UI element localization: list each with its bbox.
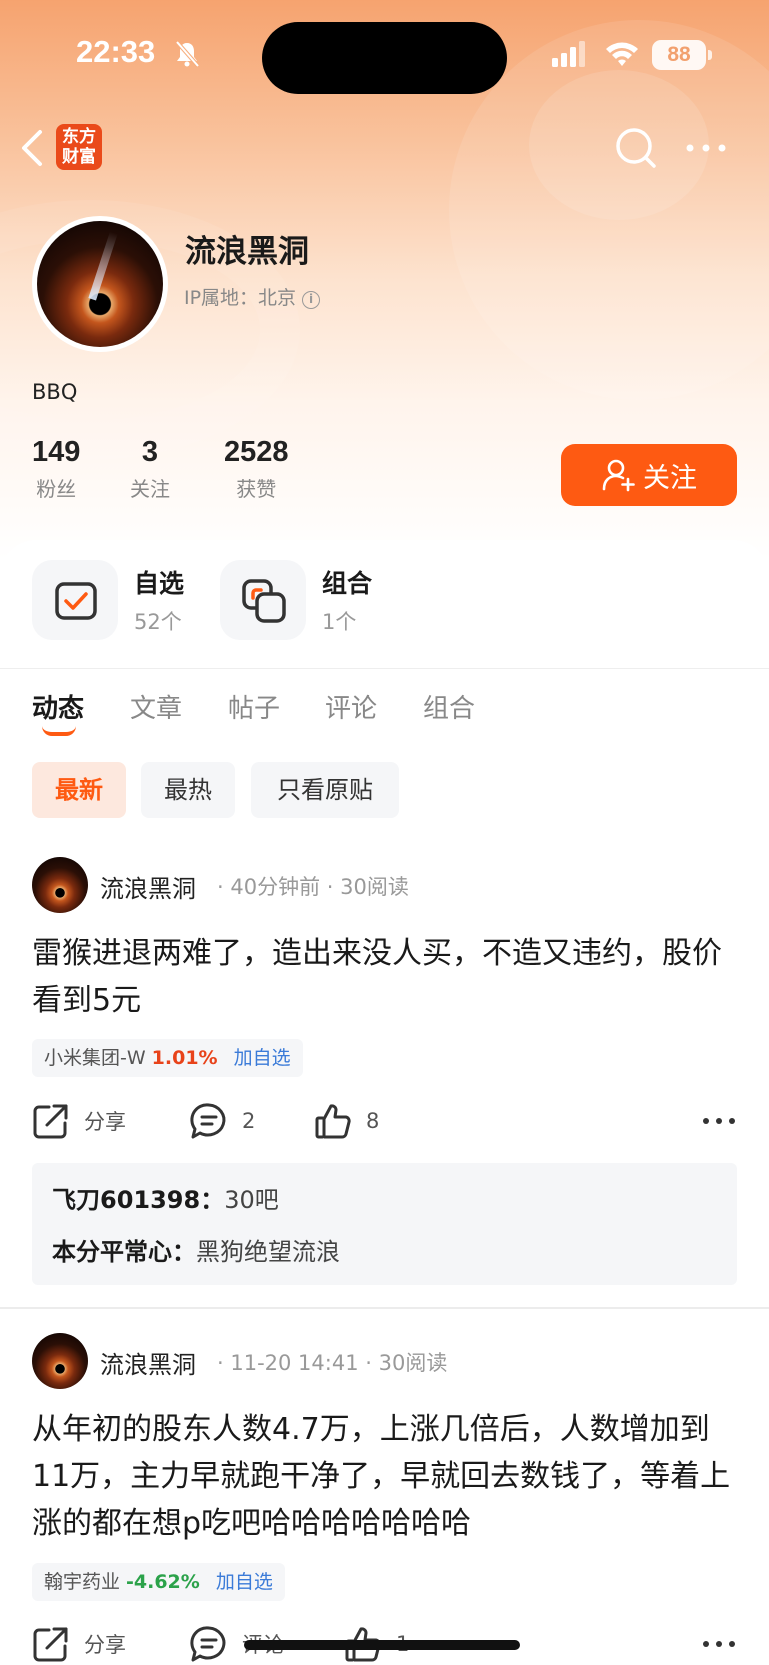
comment-preview[interactable]: 飞刀601398：30吧 本分平常心：黑狗绝望流浪: [32, 1163, 737, 1285]
add-watchlist-link[interactable]: 加自选: [234, 1047, 291, 1069]
filter-original-only[interactable]: 只看原贴: [251, 762, 399, 818]
like-button[interactable]: 8: [314, 1098, 379, 1144]
post-avatar[interactable]: [32, 1333, 88, 1389]
add-watchlist-link[interactable]: 加自选: [216, 1571, 273, 1593]
comment-icon: [190, 1103, 226, 1139]
post-header: 流浪黑洞 · 11-20 14:41 · 30阅读: [32, 1333, 732, 1391]
watchlist-entry[interactable]: 自选 52个: [32, 560, 202, 640]
cellular-signal-icon: [552, 41, 585, 67]
tab-comments[interactable]: 评论: [325, 688, 377, 725]
add-user-icon: [602, 459, 635, 492]
follow-button[interactable]: 关注: [561, 444, 737, 506]
divider: [0, 668, 769, 669]
active-tab-indicator: [42, 726, 76, 736]
app-logo: 东方 财富: [56, 124, 102, 170]
profile-avatar[interactable]: [32, 216, 168, 352]
post-text[interactable]: 雷猴进退两难了，造出来没人买，不造又违约，股价看到5元: [32, 930, 732, 1024]
share-icon: [33, 1627, 68, 1662]
tab-posts[interactable]: 帖子: [228, 688, 280, 725]
post-actions: 分享 2 8: [32, 1098, 742, 1144]
comment-button[interactable]: 2: [190, 1098, 255, 1144]
comment-item: 飞刀601398：30吧: [52, 1186, 279, 1214]
back-arrow-icon[interactable]: [18, 128, 48, 168]
filter-latest[interactable]: 最新: [32, 762, 126, 818]
stat-following[interactable]: 3 关注: [130, 436, 170, 502]
more-options-icon[interactable]: [684, 130, 728, 166]
stat-fans[interactable]: 149 粉丝: [32, 436, 80, 502]
dynamic-island: [262, 22, 507, 94]
post-text[interactable]: 从年初的股东人数4.7万，上涨几倍后，人数增加到11万，主力早就跑干净了，早就回…: [32, 1406, 732, 1547]
status-time: 22:33: [76, 34, 156, 69]
tab-articles[interactable]: 文章: [130, 688, 182, 725]
battery-indicator: 88: [652, 40, 712, 70]
comment-item: 本分平常心：黑狗绝望流浪: [52, 1238, 340, 1266]
portfolio-icon: [242, 579, 286, 623]
comment-icon: [190, 1626, 226, 1662]
tab-activity[interactable]: 动态: [32, 688, 84, 725]
post-separator: [0, 1307, 769, 1309]
share-button[interactable]: 分享: [32, 1098, 126, 1144]
post-author[interactable]: 流浪黑洞: [100, 869, 196, 904]
portfolio-entry[interactable]: 组合 1个: [220, 560, 390, 640]
more-dots-icon: [703, 1118, 735, 1124]
ip-location: IP属地：北京 i: [184, 283, 321, 310]
profile-bio: BBQ: [32, 380, 78, 404]
stock-tag[interactable]: 翰宇药业 -4.62% 加自选: [32, 1563, 285, 1601]
status-bar: 22:33 88: [0, 0, 769, 110]
wifi-icon: [606, 42, 638, 66]
share-button[interactable]: 分享: [32, 1621, 126, 1665]
post-meta: · 40分钟前 · 30阅读: [217, 875, 409, 899]
content-tabs: 动态 文章 帖子 评论 组合: [0, 688, 769, 738]
stock-tag[interactable]: 小米集团-W 1.01% 加自选: [32, 1039, 303, 1077]
search-icon[interactable]: [614, 126, 658, 170]
bell-muted-icon: [175, 40, 200, 68]
home-indicator[interactable]: [244, 1640, 520, 1650]
profile-stats: 149 粉丝 3 关注 2528 获赞: [0, 436, 400, 506]
info-icon[interactable]: i: [302, 291, 321, 309]
post-header: 流浪黑洞 · 40分钟前 · 30阅读: [32, 857, 732, 915]
post-author[interactable]: 流浪黑洞: [100, 1345, 196, 1380]
tab-portfolio[interactable]: 组合: [423, 688, 475, 725]
watchlist-check-icon: [55, 582, 97, 620]
post-avatar[interactable]: [32, 857, 88, 913]
filter-hot[interactable]: 最热: [141, 762, 235, 818]
thumbs-up-icon: [315, 1104, 351, 1139]
stat-likes[interactable]: 2528 获赞: [224, 436, 289, 502]
profile-name: 流浪黑洞: [185, 234, 309, 270]
share-icon: [33, 1104, 68, 1139]
post-more-button[interactable]: [700, 1098, 738, 1144]
post-more-button[interactable]: [700, 1621, 738, 1665]
more-dots-icon: [703, 1641, 735, 1647]
post-meta: · 11-20 14:41 · 30阅读: [217, 1351, 448, 1375]
